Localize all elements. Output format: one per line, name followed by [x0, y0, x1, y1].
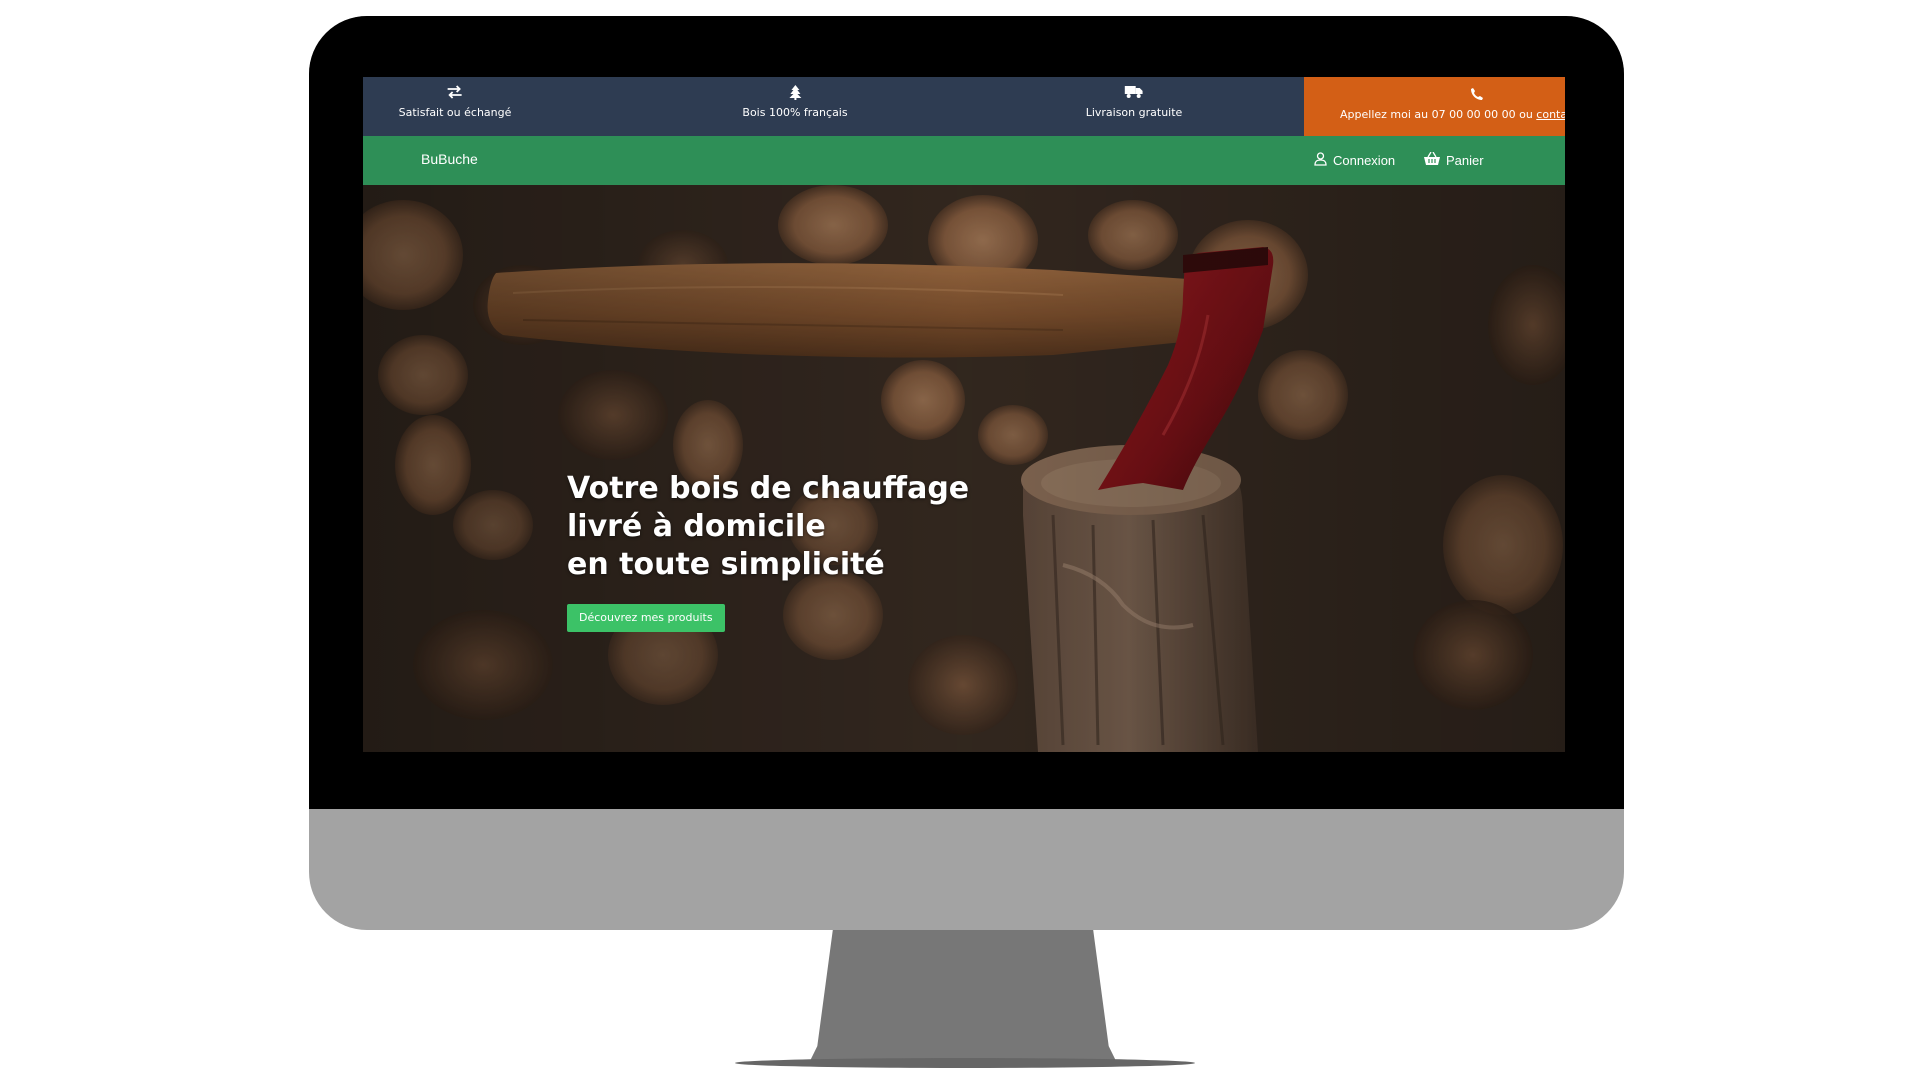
tree-icon	[742, 85, 847, 103]
monitor-stand	[808, 930, 1118, 1065]
monitor-stand-base	[735, 1058, 1195, 1068]
exchange-arrows-icon	[399, 85, 512, 103]
website-screen: Satisfait ou échangé Bois 100% français	[363, 77, 1565, 752]
cart-label: Panier	[1446, 152, 1484, 168]
truck-icon	[1086, 85, 1183, 103]
benefit-free-delivery-label: Livraison gratuite	[1085, 106, 1183, 119]
phone-icon	[1470, 87, 1486, 104]
benefit-french-wood: Bois 100% français	[742, 85, 848, 119]
mockup-stage: Satisfait ou échangé Bois 100% français	[0, 0, 1920, 1080]
hero-title-line-3: en toute simplicité	[567, 547, 885, 582]
discover-products-button[interactable]: Découvrez mes produits	[567, 604, 725, 632]
hero-title: Votre bois de chauffage livré à domicile…	[567, 470, 969, 584]
login-link[interactable]: Connexion	[1314, 152, 1395, 169]
benefit-free-delivery: Livraison gratuite	[1085, 85, 1183, 119]
hero-section: Votre bois de chauffage livré à domicile…	[363, 185, 1565, 752]
hero-title-line-1: Votre bois de chauffage	[567, 471, 970, 506]
main-navbar: BuBuche Connexion Panier	[363, 136, 1565, 185]
benefit-exchange-label: Satisfait ou échangé	[398, 106, 512, 119]
benefit-exchange: Satisfait ou échangé	[398, 85, 512, 119]
benefit-french-wood-label: Bois 100% français	[742, 106, 848, 119]
hero-image	[363, 185, 1565, 752]
cart-link[interactable]: Panier	[1424, 151, 1484, 168]
login-label: Connexion	[1333, 153, 1396, 168]
brand-logo[interactable]: BuBuche	[421, 151, 478, 167]
hero-title-line-2: livré à domicile	[567, 509, 826, 544]
user-icon	[1314, 152, 1327, 169]
call-me-banner: Appellez moi au 07 00 00 00 00 ou contac…	[1304, 77, 1565, 136]
basket-icon	[1424, 151, 1440, 168]
call-me-text: Appellez moi au 07 00 00 00 00 ou	[1340, 108, 1533, 121]
contact-link[interactable]: contactez	[1536, 108, 1565, 121]
top-info-bar: Satisfait ou échangé Bois 100% français	[363, 77, 1565, 136]
